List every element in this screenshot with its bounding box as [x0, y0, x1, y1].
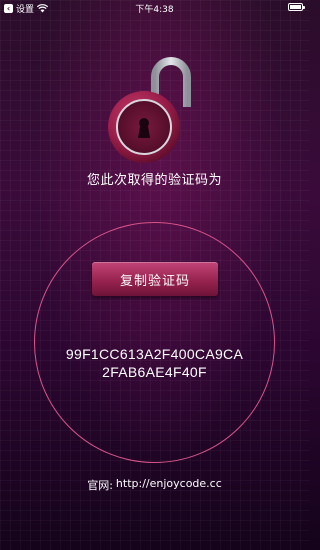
footer: 官网: http://enjoycode.cc [0, 477, 309, 493]
battery-icon [288, 3, 305, 11]
status-time: 下午4:38 [135, 5, 174, 15]
verification-code-line-2: 2FAB6AE4F40F [102, 364, 207, 380]
verification-code-line-1: 99F1CC613A2F400CA9CA [65, 346, 244, 362]
copy-code-button[interactable]: 复制验证码 [92, 262, 218, 296]
footer-label: 官网: [87, 479, 113, 492]
footer-url-link[interactable]: http://enjoycode.cc [116, 477, 222, 493]
code-prompt: 您此次取得的验证码为 [86, 173, 222, 188]
status-bar: ‹ 设置 下午4:38 [0, 0, 309, 16]
padlock-open-icon [108, 57, 191, 163]
code-circle [34, 222, 275, 463]
